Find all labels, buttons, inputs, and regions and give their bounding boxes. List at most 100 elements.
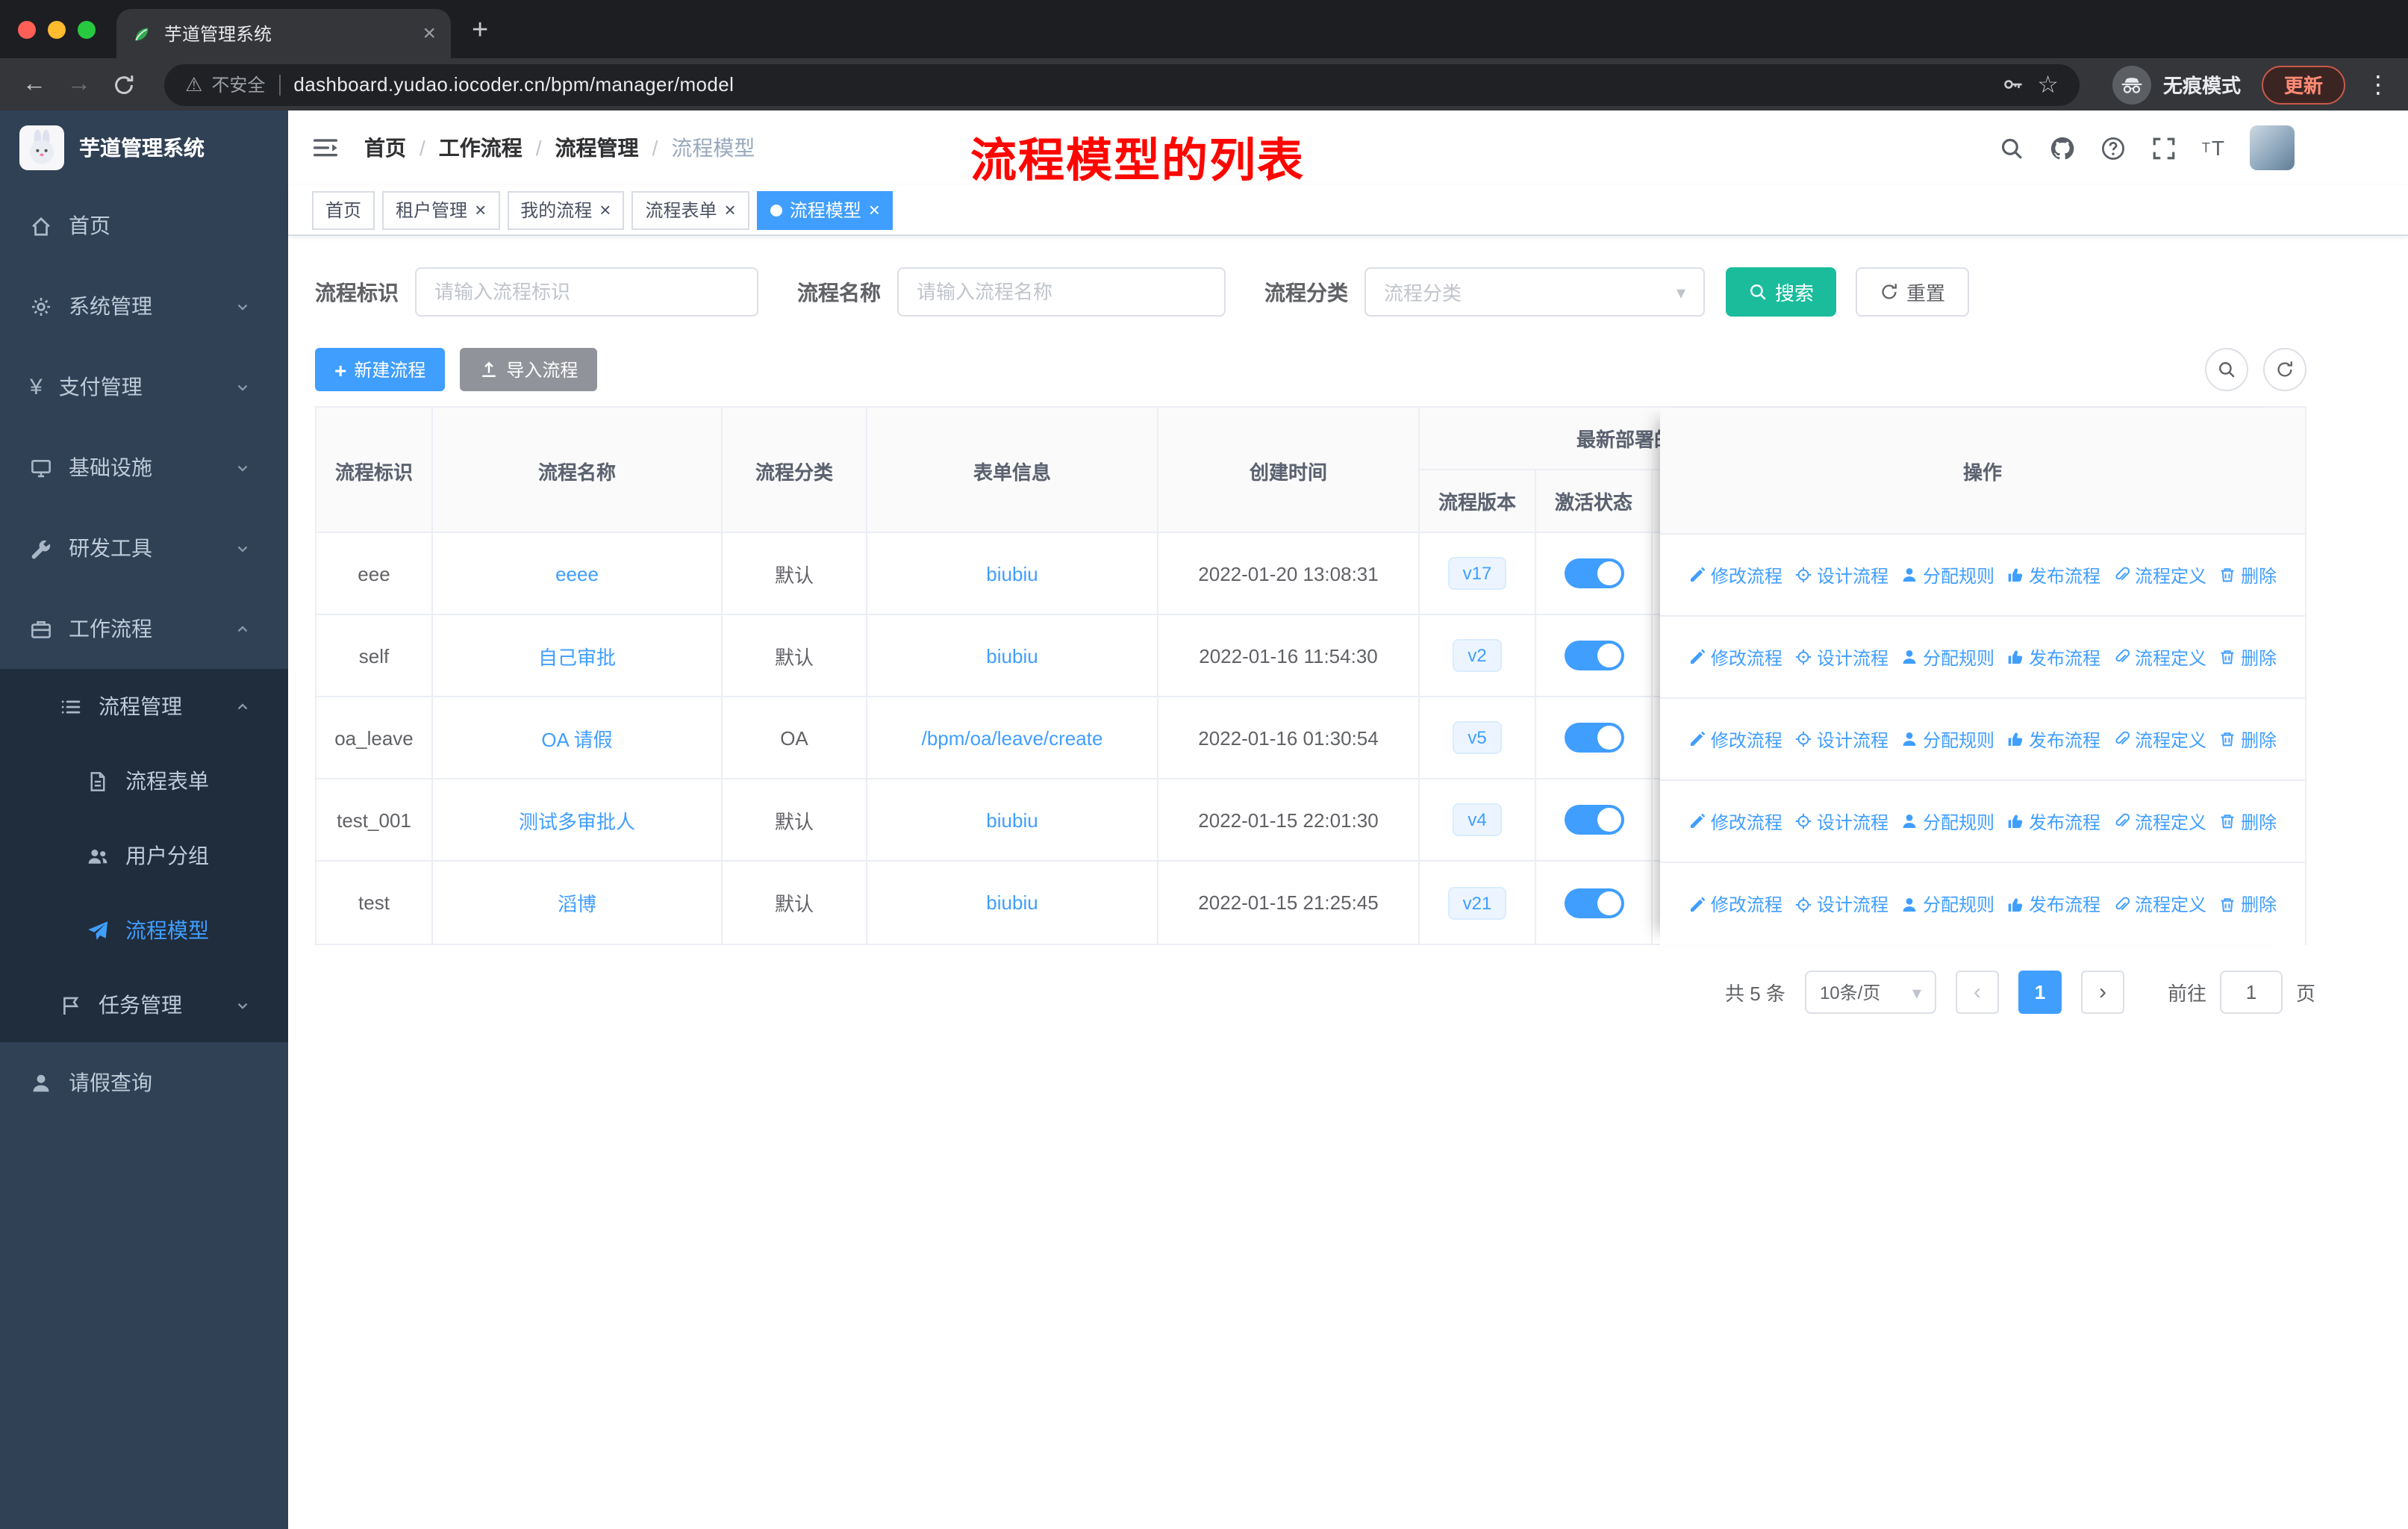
- import-process-button[interactable]: 导入流程: [460, 348, 598, 391]
- action-edit-link[interactable]: 修改流程: [1688, 726, 1782, 752]
- action-publish-link[interactable]: 发布流程: [2006, 726, 2100, 752]
- app-logo[interactable]: 芋道管理系统: [0, 110, 288, 185]
- close-icon[interactable]: ×: [869, 200, 880, 219]
- fullscreen-icon[interactable]: [2151, 135, 2177, 161]
- process-name-link[interactable]: 测试多审批人: [519, 806, 635, 834]
- sidebar-item-process-form[interactable]: 流程表单: [0, 744, 288, 818]
- action-publish-link[interactable]: 发布流程: [2006, 562, 2100, 588]
- create-process-button[interactable]: + 新建流程: [315, 348, 446, 391]
- tag-view-item[interactable]: 首页: [312, 190, 375, 229]
- action-delete-link[interactable]: 删除: [2218, 644, 2277, 670]
- action-definition-link[interactable]: 流程定义: [2112, 891, 2206, 917]
- form-info-link[interactable]: biubiu: [986, 891, 1038, 914]
- reload-button[interactable]: [107, 72, 140, 96]
- user-avatar[interactable]: [2250, 125, 2295, 170]
- action-assign-link[interactable]: 分配规则: [1900, 891, 1994, 917]
- url-bar[interactable]: ⚠ 不安全 dashboard.yudao.iocoder.cn/bpm/man…: [164, 63, 2080, 105]
- close-icon[interactable]: ×: [475, 200, 486, 219]
- goto-page-input[interactable]: [2219, 971, 2283, 1014]
- active-toggle[interactable]: [1564, 641, 1623, 670]
- action-publish-link[interactable]: 发布流程: [2006, 644, 2100, 670]
- form-info-link[interactable]: biubiu: [986, 562, 1038, 585]
- sidebar-item-workflow[interactable]: 工作流程: [0, 588, 288, 669]
- key-icon[interactable]: [2001, 73, 2024, 96]
- action-definition-link[interactable]: 流程定义: [2112, 644, 2206, 670]
- sidebar-item-infrastructure[interactable]: 基础设施: [0, 427, 288, 508]
- toggle-search-button[interactable]: [2205, 348, 2248, 391]
- process-id-input[interactable]: [415, 267, 758, 317]
- update-button[interactable]: 更新: [2261, 65, 2345, 104]
- tag-view-item[interactable]: 流程表单 ×: [631, 190, 749, 229]
- page-size-select[interactable]: 10条/页 ▾: [1804, 971, 1936, 1014]
- sidebar-item-process-model[interactable]: 流程模型: [0, 893, 288, 968]
- tab-close-icon[interactable]: ×: [422, 21, 436, 46]
- header-search-icon[interactable]: [1999, 135, 2024, 161]
- breadcrumb-item[interactable]: 流程管理: [555, 133, 639, 163]
- close-icon[interactable]: ×: [599, 200, 611, 219]
- action-edit-link[interactable]: 修改流程: [1688, 809, 1782, 834]
- tag-view-item[interactable]: 流程模型 ×: [756, 190, 893, 229]
- active-toggle[interactable]: [1564, 888, 1623, 918]
- action-assign-link[interactable]: 分配规则: [1900, 809, 1994, 834]
- tag-view-item[interactable]: 我的流程 ×: [507, 190, 625, 229]
- action-definition-link[interactable]: 流程定义: [2112, 809, 2206, 834]
- back-button[interactable]: ←: [18, 71, 51, 98]
- font-size-icon[interactable]: TT: [2202, 137, 2224, 158]
- action-publish-link[interactable]: 发布流程: [2006, 809, 2100, 834]
- action-design-link[interactable]: 设计流程: [1794, 726, 1888, 752]
- browser-menu-icon[interactable]: ⋮: [2366, 69, 2390, 99]
- process-category-select[interactable]: 流程分类 ▾: [1364, 267, 1705, 317]
- action-edit-link[interactable]: 修改流程: [1688, 891, 1782, 917]
- action-definition-link[interactable]: 流程定义: [2112, 726, 2206, 752]
- action-design-link[interactable]: 设计流程: [1794, 644, 1888, 670]
- breadcrumb-item[interactable]: 工作流程: [439, 133, 523, 163]
- forward-button[interactable]: →: [63, 71, 96, 98]
- next-page-button[interactable]: ›: [2080, 971, 2124, 1014]
- active-toggle[interactable]: [1564, 723, 1623, 753]
- action-design-link[interactable]: 设计流程: [1794, 562, 1888, 588]
- process-name-input[interactable]: [897, 267, 1226, 317]
- refresh-table-button[interactable]: [2263, 348, 2306, 391]
- active-toggle[interactable]: [1564, 558, 1623, 588]
- form-info-link[interactable]: /bpm/oa/leave/create: [922, 726, 1103, 749]
- security-indicator[interactable]: ⚠ 不安全: [185, 72, 265, 97]
- action-publish-link[interactable]: 发布流程: [2006, 891, 2100, 917]
- action-delete-link[interactable]: 删除: [2218, 891, 2277, 917]
- action-assign-link[interactable]: 分配规则: [1900, 644, 1994, 670]
- current-page-button[interactable]: 1: [2018, 971, 2062, 1014]
- form-info-link[interactable]: biubiu: [986, 809, 1038, 831]
- sidebar-item-process-management[interactable]: 流程管理: [0, 669, 288, 744]
- action-assign-link[interactable]: 分配规则: [1900, 562, 1994, 588]
- new-tab-button[interactable]: +: [472, 15, 488, 48]
- sidebar-item-home[interactable]: 首页: [0, 185, 288, 266]
- window-minimize-button[interactable]: [48, 21, 66, 39]
- action-assign-link[interactable]: 分配规则: [1900, 726, 1994, 752]
- sidebar-item-dev-tools[interactable]: 研发工具: [0, 508, 288, 588]
- process-name-link[interactable]: 滔博: [558, 888, 596, 917]
- action-design-link[interactable]: 设计流程: [1794, 809, 1888, 834]
- sidebar-item-payment-management[interactable]: ¥ 支付管理: [0, 346, 288, 427]
- action-delete-link[interactable]: 删除: [2218, 562, 2277, 588]
- browser-tab[interactable]: 芋道管理系统 ×: [116, 9, 451, 58]
- action-delete-link[interactable]: 删除: [2218, 726, 2277, 752]
- sidebar-item-system-management[interactable]: 系统管理: [0, 266, 288, 346]
- breadcrumb-item[interactable]: 首页: [364, 133, 406, 163]
- tag-view-item[interactable]: 租户管理 ×: [382, 190, 500, 229]
- action-delete-link[interactable]: 删除: [2218, 809, 2277, 834]
- process-name-link[interactable]: 自己审批: [538, 641, 616, 670]
- window-close-button[interactable]: [18, 21, 36, 39]
- sidebar-collapse-button[interactable]: [311, 133, 340, 163]
- action-design-link[interactable]: 设计流程: [1794, 891, 1888, 917]
- sidebar-item-user-group[interactable]: 用户分组: [0, 818, 288, 893]
- process-name-link[interactable]: OA 请假: [541, 723, 612, 752]
- prev-page-button[interactable]: ‹: [1955, 971, 1999, 1014]
- sidebar-item-task-management[interactable]: 任务管理: [0, 968, 288, 1042]
- form-info-link[interactable]: biubiu: [986, 644, 1038, 667]
- help-icon[interactable]: [2100, 135, 2126, 161]
- action-edit-link[interactable]: 修改流程: [1688, 644, 1782, 670]
- github-icon[interactable]: [2050, 135, 2075, 161]
- window-zoom-button[interactable]: [78, 21, 96, 39]
- active-toggle[interactable]: [1564, 805, 1623, 835]
- search-button[interactable]: 搜索: [1726, 267, 1837, 317]
- sidebar-item-leave-query[interactable]: 请假查询: [0, 1042, 288, 1123]
